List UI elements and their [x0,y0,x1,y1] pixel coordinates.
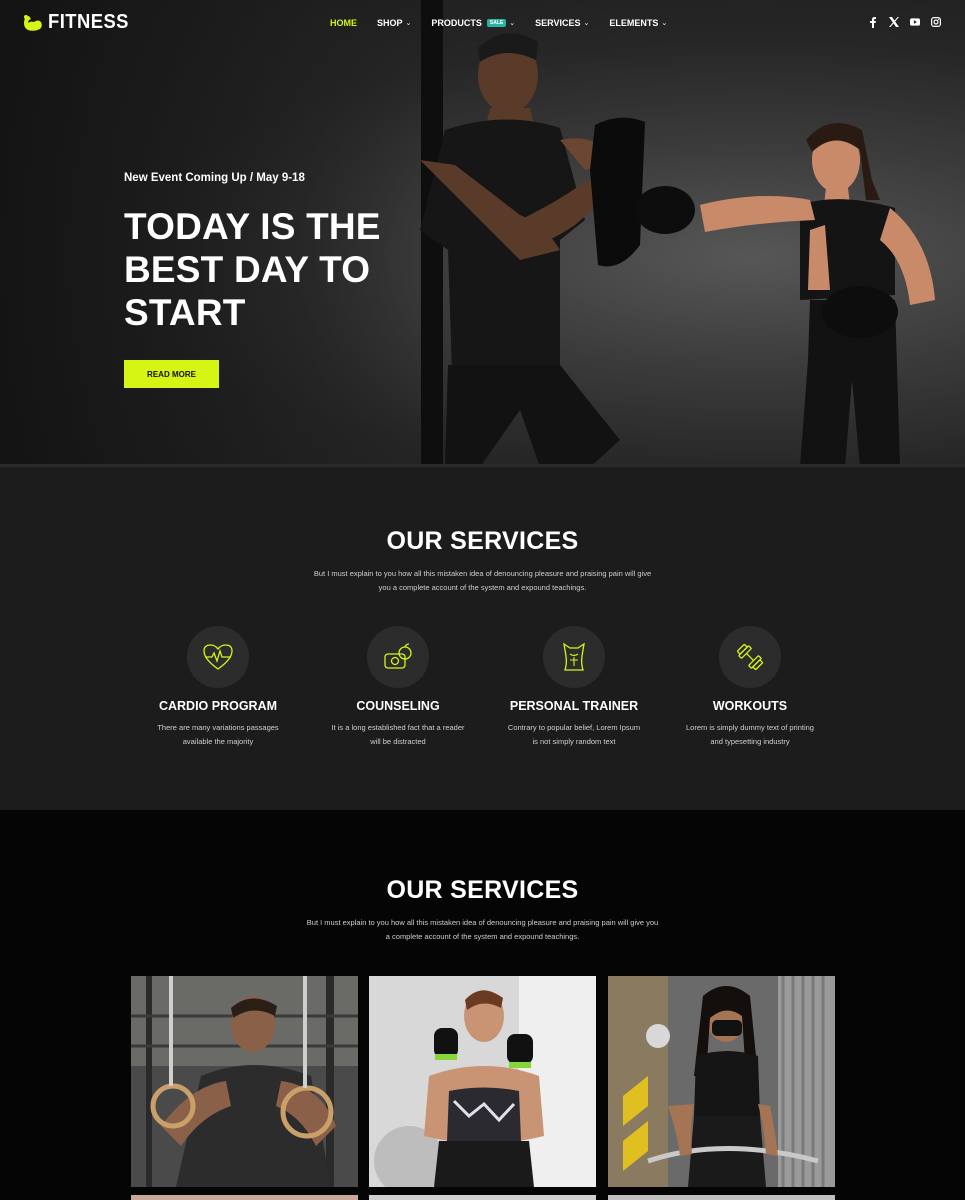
description-line: But I must explain to you how all this m… [306,918,659,927]
site-logo[interactable]: FITNESS [22,11,136,34]
description-line: a complete account of the system and exp… [385,932,580,941]
hero-content: New Event Coming Up / May 9-18 TODAY IS … [124,172,484,388]
service-text: Lorem is simply dummy text of printing a… [686,723,814,746]
service-title: COUNSELING [356,699,440,713]
service-card-personal-trainer: PERSONAL TRAINER Contrary to popular bel… [484,626,664,749]
service-text: Contrary to popular belief, Lorem Ipsum … [507,723,641,746]
photo-rings [131,976,358,1187]
service-card-cardio: CARDIO PROGRAM There are many variations… [128,626,308,749]
chevron-down-icon: ⌄ [583,20,590,27]
hero-banner: FITNESS HOME SHOP ⌄ PRODUCTS SALE ⌄ SERV… [0,0,965,467]
nav-item-home[interactable]: HOME [330,18,357,28]
service-title: WORKOUTS [712,699,788,713]
section-description: But I must explain to you how all this m… [0,916,965,944]
facebook-icon[interactable] [868,16,878,28]
social-links [868,16,941,28]
service-title: CARDIO PROGRAM [158,699,278,713]
trainer-torso-icon [563,642,585,671]
gallery-image-rings[interactable] [131,976,358,1187]
service-icon-circle[interactable] [187,626,249,688]
kick-pad [590,117,645,267]
service-icon-circle[interactable] [543,626,605,688]
flexed-arm-icon [24,14,42,31]
nav-item-shop[interactable]: SHOP ⌄ [377,18,411,28]
sale-badge: SALE [486,19,507,27]
gallery-image-partial[interactable] [369,1195,596,1200]
photo-boxing [369,976,596,1187]
section-title: OUR SERVICES [386,876,579,904]
service-text: There are many variations passages avail… [157,723,279,746]
photo-barbell [608,976,835,1187]
gallery-image-partial[interactable] [131,1195,358,1200]
gallery-image-partial[interactable] [608,1195,835,1200]
logo-text: FITNESS [48,11,129,33]
youtube-icon[interactable] [910,16,920,28]
nav-item-elements[interactable]: ELEMENTS ⌄ [609,18,667,28]
read-more-button[interactable]: READ MORE [124,360,219,388]
heartbeat-icon [203,644,233,670]
scale-apple-icon [384,643,412,669]
nav-label: HOME [330,18,357,28]
service-title: PERSONAL TRAINER [509,699,639,713]
event-announcement: New Event Coming Up / May 9-18 [124,172,305,184]
site-header: FITNESS HOME SHOP ⌄ PRODUCTS SALE ⌄ SERV… [0,0,965,48]
services-section: OUR SERVICES But I must explain to you h… [0,467,965,810]
section-description: But I must explain to you how all this m… [0,567,965,595]
chevron-down-icon: ⌄ [661,20,668,27]
instagram-icon[interactable] [931,16,941,28]
service-text: It is a long established fact that a rea… [331,723,465,746]
nav-item-services[interactable]: SERVICES ⌄ [535,18,589,28]
description-line: you a complete account of the system and… [378,583,587,592]
x-twitter-icon[interactable] [889,16,899,28]
main-nav: HOME SHOP ⌄ PRODUCTS SALE ⌄ SERVICES ⌄ E… [330,18,667,28]
nav-item-products[interactable]: PRODUCTS SALE ⌄ [431,18,515,28]
dumbbell-icon [737,644,763,670]
gallery-section: OUR SERVICES But I must explain to you h… [0,810,965,1200]
chevron-down-icon: ⌄ [509,20,516,27]
section-title: OUR SERVICES [386,527,579,555]
nav-label: SHOP [377,18,403,28]
service-card-workouts: WORKOUTS Lorem is simply dummy text of p… [660,626,840,749]
gallery-image-boxing[interactable] [369,976,596,1187]
nav-label: ELEMENTS [609,18,659,28]
description-line: But I must explain to you how all this m… [313,569,652,578]
nav-label: SERVICES [535,18,581,28]
nav-label: PRODUCTS [431,18,482,28]
service-icon-circle[interactable] [719,626,781,688]
boxer-figure [635,122,935,467]
gallery-image-barbell[interactable] [608,976,835,1187]
hero-title: TODAY IS THE BEST DAY TO START [124,206,381,333]
service-card-counseling: COUNSELING It is a long established fact… [308,626,488,749]
service-icon-circle[interactable] [367,626,429,688]
chevron-down-icon: ⌄ [405,20,412,27]
